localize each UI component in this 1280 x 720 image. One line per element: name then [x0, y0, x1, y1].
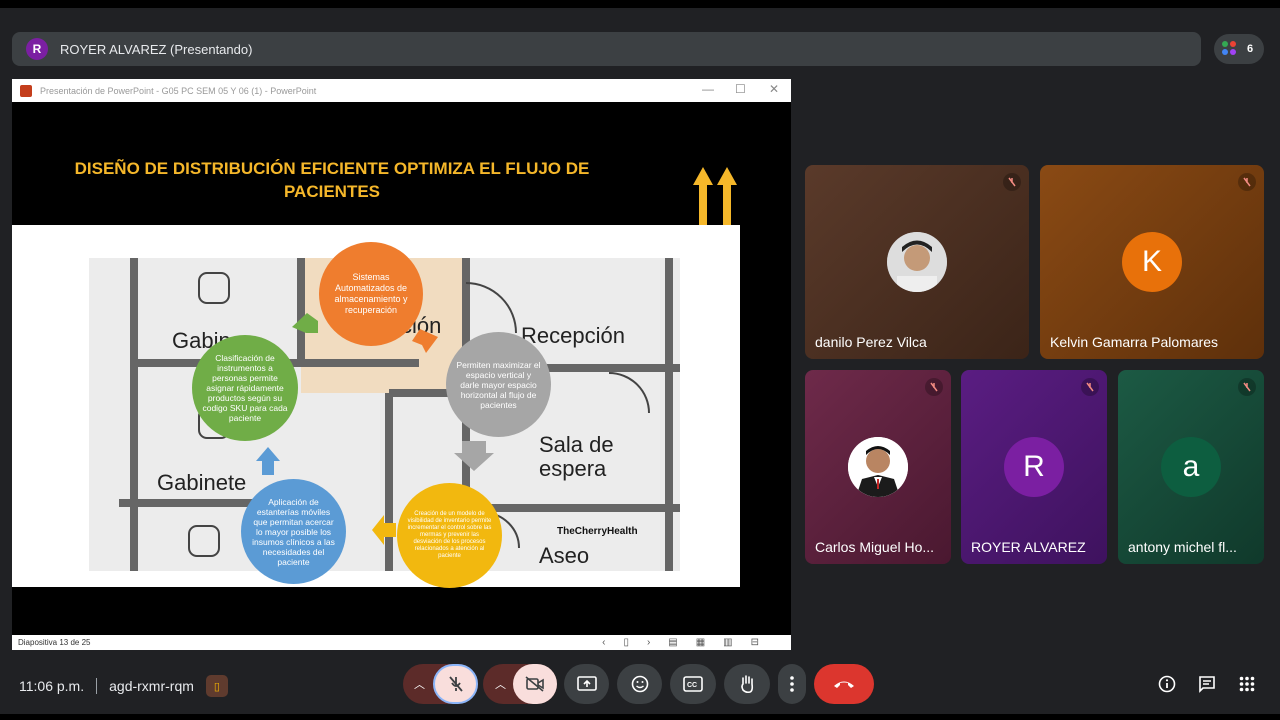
ppt-titlebar: Presentación de PowerPoint - G05 PC SEM …	[12, 79, 791, 102]
avatar: R	[1004, 437, 1064, 497]
ppt-window-title: Presentación de PowerPoint - G05 PC SEM …	[40, 85, 317, 96]
camera-options-chevron-icon[interactable]: ︿	[495, 676, 506, 692]
meeting-time: 11:06 p.m.	[19, 678, 85, 694]
logo-arrows-icon	[693, 167, 737, 225]
mic-off-icon	[1081, 378, 1099, 396]
participant-tile[interactable]: danilo Perez Vilca	[805, 165, 1029, 359]
presenter-avatar: R	[26, 38, 48, 60]
circle-aplicacion: Aplicación de estanterías móviles que pe…	[241, 479, 346, 584]
more-options-button[interactable]	[778, 664, 806, 704]
powerpoint-icon	[20, 84, 32, 97]
door-icon[interactable]: ▯	[205, 675, 228, 697]
captions-button[interactable]: CC	[670, 664, 716, 704]
participant-name: Kelvin Gamarra Palomares	[1050, 334, 1219, 350]
participant-tile[interactable]: Carlos Miguel Ho...	[805, 370, 951, 564]
participant-name: Carlos Miguel Ho...	[815, 539, 935, 555]
mic-off-icon	[1238, 173, 1256, 191]
present-screen-icon	[576, 676, 597, 691]
presenter-label: ROYER ALVAREZ (Presentando)	[60, 41, 253, 57]
circle-sistemas: Sistemas Automatizados de almacenamiento…	[319, 242, 423, 346]
emoji-button[interactable]	[617, 664, 662, 704]
meeting-code: agd-rxmr-rqm	[109, 678, 194, 694]
participant-tile[interactable]: a antony michel fl...	[1118, 370, 1264, 564]
people-button[interactable]: 6	[1214, 34, 1264, 64]
mic-options-chevron-icon[interactable]: ︿	[414, 676, 425, 692]
meet-window: R ROYER ALVAREZ (Presentando) 6 Presenta…	[0, 0, 1280, 720]
avatar: a	[1161, 437, 1221, 497]
ppt-statusbar: Diapositiva 13 de 25 ‹▯›▤▦▥⊟	[12, 635, 791, 650]
meeting-info: 11:06 p.m. agd-rxmr-rqm ▯	[19, 675, 228, 697]
shared-screen: Presentación de PowerPoint - G05 PC SEM …	[12, 79, 791, 650]
chat-icon	[1199, 676, 1215, 693]
emoji-icon	[631, 675, 648, 693]
info-button[interactable]	[1155, 672, 1179, 696]
mic-button[interactable]	[433, 664, 478, 704]
divider	[96, 678, 98, 694]
chat-button[interactable]	[1195, 672, 1219, 696]
presenter-bar: R ROYER ALVAREZ (Presentando)	[12, 32, 1201, 66]
avatar: K	[1122, 232, 1182, 292]
participant-tile[interactable]: R ROYER ALVAREZ	[961, 370, 1107, 564]
view-controls[interactable]: ‹▯›▤▦▥⊟	[602, 635, 777, 650]
circle-permiten: Permiten maximizar el espacio vertical y…	[446, 332, 551, 437]
camera-button[interactable]	[513, 664, 557, 704]
info-icon	[1158, 675, 1176, 693]
avatar	[887, 232, 947, 292]
mic-off-icon	[448, 676, 463, 692]
raise-hand-icon	[741, 675, 754, 694]
minimize-icon[interactable]: —	[702, 82, 714, 96]
mic-off-icon	[1003, 173, 1021, 191]
people-icon	[1222, 41, 1238, 57]
close-icon[interactable]: ✕	[769, 82, 779, 96]
slide-header: DISEÑO DE DISTRIBUCIÓN EFICIENTE OPTIMIZ…	[12, 102, 740, 225]
slide-title: DISEÑO DE DISTRIBUCIÓN EFICIENTE OPTIMIZ…	[74, 159, 590, 201]
camera-off-icon	[525, 676, 544, 692]
maximize-icon[interactable]: ☐	[735, 82, 746, 96]
apps-icon	[1239, 676, 1255, 692]
mic-off-icon	[925, 378, 943, 396]
end-call-icon	[834, 681, 854, 688]
circle-clasificacion: Clasificación de instrumentos a personas…	[192, 335, 298, 441]
raise-hand-button[interactable]	[724, 664, 770, 704]
slide-counter: Diapositiva 13 de 25	[18, 638, 91, 647]
more-options-icon	[790, 676, 794, 692]
slide-body: Gabin Recepción Sala de espera Gabinete …	[12, 225, 740, 588]
participant-name: ROYER ALVAREZ	[971, 539, 1086, 555]
end-call-button[interactable]	[814, 664, 874, 704]
circle-creacion: Creación de un modelo de visibilidad de …	[397, 483, 502, 588]
activities-button[interactable]	[1235, 672, 1259, 696]
slide: DISEÑO DE DISTRIBUCIÓN EFICIENTE OPTIMIZ…	[12, 102, 740, 588]
captions-icon: CC	[683, 676, 703, 692]
participant-name: antony michel fl...	[1128, 539, 1237, 555]
people-count: 6	[1247, 43, 1254, 55]
present-button[interactable]	[564, 664, 609, 704]
svg-text:CC: CC	[687, 682, 697, 689]
participant-name: danilo Perez Vilca	[815, 334, 927, 350]
mic-off-icon	[1238, 378, 1256, 396]
avatar	[848, 437, 908, 497]
participant-tile[interactable]: K Kelvin Gamarra Palomares	[1040, 165, 1264, 359]
